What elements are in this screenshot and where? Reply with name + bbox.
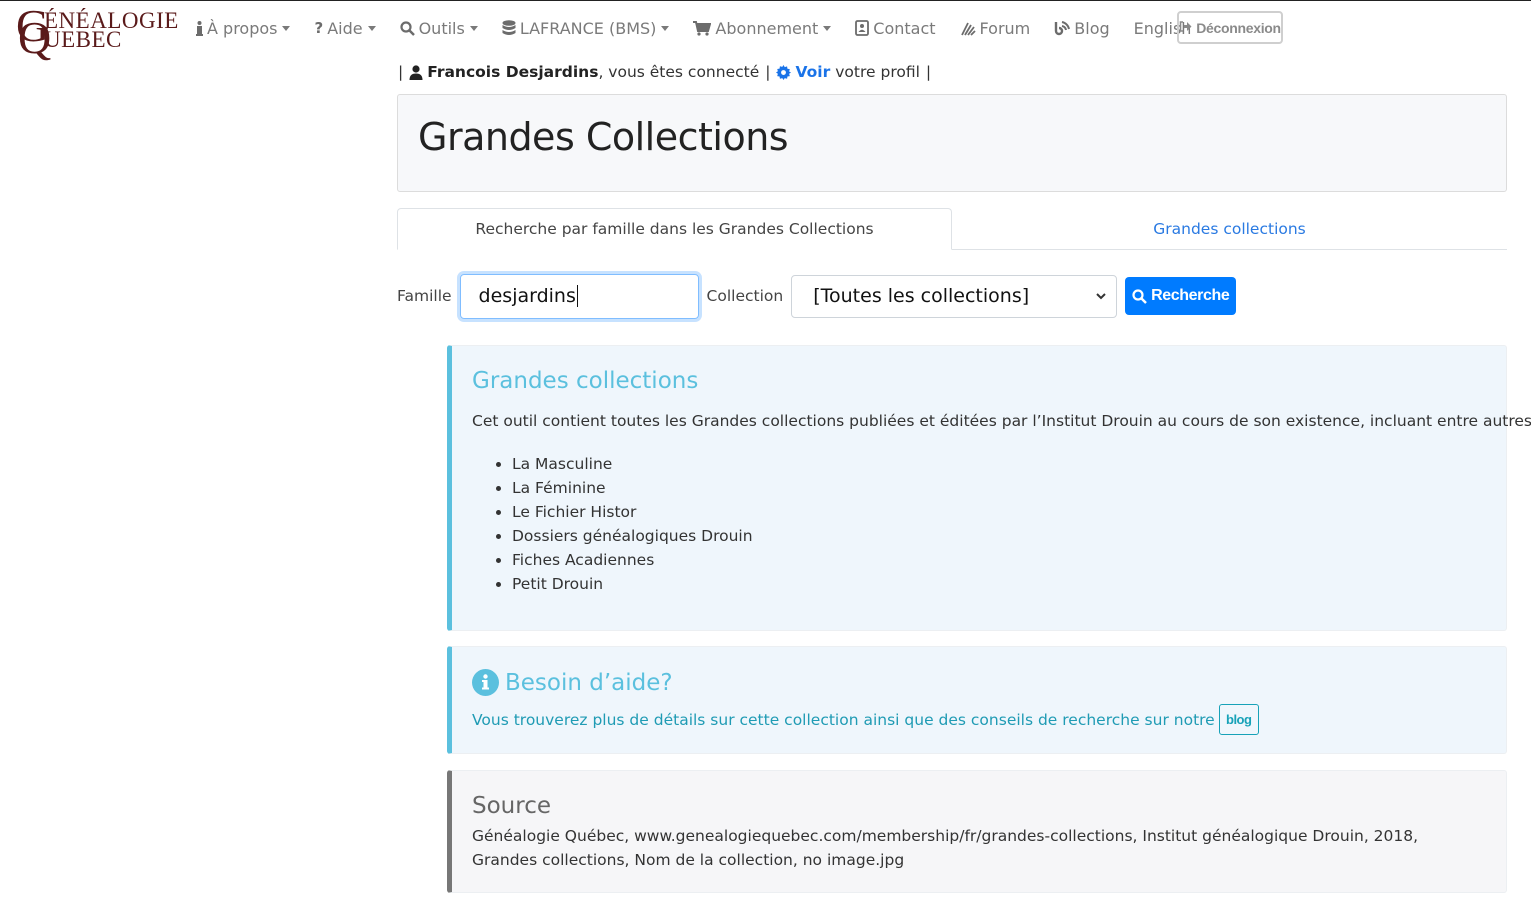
caret-down-icon [282, 25, 291, 31]
search-button[interactable]: Recherche [1125, 277, 1237, 315]
user-status-line: | Francois Desjardins , vous êtes connec… [398, 63, 931, 81]
database-icon [502, 20, 516, 36]
list-item: Fiches Acadiennes [512, 548, 753, 572]
info-icon [196, 20, 203, 36]
separator: | [398, 63, 404, 81]
nav-item-a-propos[interactable]: À propos [196, 15, 291, 41]
contact-card-icon [855, 20, 870, 36]
caret-down-icon [469, 25, 478, 31]
source-citation: Généalogie Québec, www.genealogiequebec.… [472, 827, 1419, 869]
search-icon [1132, 288, 1147, 304]
callout-title: Grandes collections [472, 368, 699, 394]
page-header: Grandes Collections [397, 94, 1507, 192]
search-icon [399, 20, 415, 36]
sign-out-icon [1179, 20, 1192, 35]
nav-item-abonnement[interactable]: Abonnement [693, 15, 832, 41]
search-form: Famille desjardins Collection [Toutes le… [397, 273, 1237, 319]
text-cursor [576, 285, 578, 307]
nav-label: Contact [873, 18, 936, 38]
site-logo[interactable]: G Q ÉNÉALOGIE UEBEC [16, 3, 178, 61]
nav-item-aide[interactable]: ? Aide [314, 15, 376, 41]
user-name: Francois Desjardins [427, 63, 599, 81]
collections-list: La Masculine La Féminine Le Fichier Hist… [472, 452, 753, 596]
navbar: G Q ÉNÉALOGIE UEBEC À propos ? Aide Outi… [0, 1, 1531, 61]
logout-label: Déconnexion [1196, 19, 1281, 36]
help-callout: Besoin d’aide? Vous trouverez plus de dé… [447, 646, 1507, 754]
list-item: La Féminine [512, 476, 753, 500]
collection-selected-value: [Toutes les collections] [813, 285, 1030, 307]
source-callout: Source Généalogie Québec, www.genealogie… [447, 770, 1507, 893]
logo-line2: UEBEC [44, 27, 122, 52]
nav-label: Abonnement [715, 18, 819, 38]
blog-button[interactable]: blog [1218, 704, 1259, 735]
chevron-down-icon [1096, 289, 1106, 303]
page-title: Grandes Collections [418, 115, 789, 159]
nav-item-lafrance[interactable]: LAFRANCE (BMS) [502, 15, 670, 41]
list-item: La Masculine [512, 452, 753, 476]
cart-icon [693, 20, 712, 36]
nav-label: Blog [1074, 18, 1110, 38]
main-nav: À propos ? Aide Outils LAFRANCE (BMS) Ab… [196, 15, 1215, 41]
search-button-label: Recherche [1151, 287, 1230, 304]
info-circle-icon [472, 669, 499, 696]
profile-text: votre profil [835, 63, 920, 81]
help-title-row: Besoin d’aide? [472, 669, 673, 696]
nav-label: Outils [418, 18, 465, 38]
connected-text: , vous êtes connecté [598, 63, 760, 81]
family-input-value: desjardins [478, 285, 576, 307]
user-icon [409, 64, 423, 80]
collections-info-callout: Grandes collections Cet outil contient t… [447, 345, 1531, 631]
nav-label: LAFRANCE (BMS) [519, 18, 657, 38]
collection-select[interactable]: [Toutes les collections] [791, 274, 1118, 318]
tab-family-search[interactable]: Recherche par famille dans les Grandes C… [397, 208, 952, 250]
nav-item-blog[interactable]: Blog [1054, 15, 1110, 41]
blog-icon [1054, 20, 1071, 36]
nav-label: À propos [207, 18, 278, 38]
list-item: Dossiers généalogiques Drouin [512, 524, 753, 548]
nav-item-contact[interactable]: Contact [855, 15, 936, 41]
question-icon: ? [314, 19, 324, 37]
family-label: Famille [397, 287, 452, 305]
view-profile-link[interactable]: Voir [795, 63, 830, 81]
list-item: Petit Drouin [512, 572, 753, 596]
separator: | [765, 63, 771, 81]
gear-icon [776, 64, 792, 80]
nav-label: Aide [327, 18, 363, 38]
collection-label: Collection [706, 287, 784, 305]
help-text: Vous trouverez plus de détails sur cette… [472, 710, 1215, 729]
help-text-row: Vous trouverez plus de détails sur cette… [472, 704, 1259, 735]
separator: | [925, 63, 932, 81]
help-title: Besoin d’aide? [505, 669, 673, 696]
callout-description: Cet outil contient toutes les Grandes co… [472, 412, 1531, 430]
forum-icon [960, 21, 976, 36]
logout-button[interactable]: Déconnexion [1177, 11, 1283, 44]
nav-item-outils[interactable]: Outils [399, 15, 478, 41]
family-input[interactable]: desjardins [459, 273, 699, 319]
caret-down-icon [367, 25, 376, 31]
tab-grandes-collections[interactable]: Grandes collections [952, 208, 1507, 250]
list-item: Le Fichier Histor [512, 500, 753, 524]
caret-down-icon [661, 25, 670, 31]
nav-label: Forum [979, 18, 1031, 38]
caret-down-icon [823, 25, 832, 31]
source-title: Source [472, 793, 551, 819]
nav-item-forum[interactable]: Forum [960, 15, 1031, 41]
tab-bar: Recherche par famille dans les Grandes C… [397, 208, 1507, 250]
